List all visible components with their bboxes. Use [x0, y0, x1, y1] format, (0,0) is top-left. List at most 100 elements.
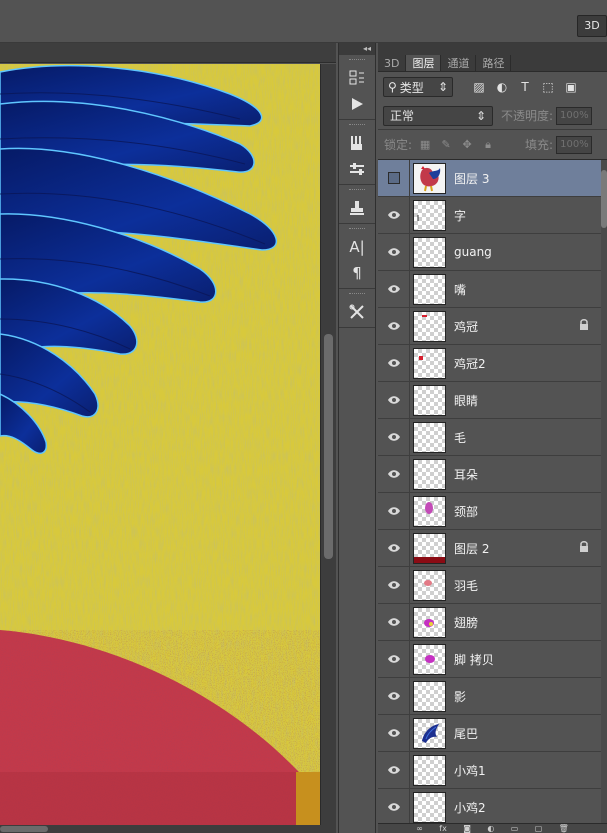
eye-icon[interactable] [378, 603, 410, 641]
layer-thumbnail[interactable] [413, 310, 446, 342]
layer-kind-select[interactable]: ⚲ 类型 ⇕ [383, 77, 453, 97]
layer-name[interactable]: guang [454, 245, 607, 259]
layer-name[interactable]: 羽毛 [454, 577, 607, 594]
type-filter-icon[interactable]: T [517, 79, 533, 95]
lock-pixels-icon[interactable]: ✎ [439, 138, 453, 152]
layer-thumbnail[interactable] [413, 495, 446, 527]
layer-row[interactable]: 脚 拷贝 [378, 640, 607, 678]
scroll-thumb[interactable] [0, 826, 48, 832]
fx-icon[interactable]: fx [439, 824, 447, 833]
document-canvas[interactable] [0, 64, 320, 825]
layer-thumbnail[interactable] [413, 162, 446, 194]
lock-position-icon[interactable]: ✥ [460, 138, 474, 152]
layer-name[interactable]: 字 [454, 207, 607, 224]
eye-icon[interactable] [378, 640, 410, 678]
eye-icon[interactable] [378, 566, 410, 604]
layer-list-scrollbar[interactable] [601, 160, 607, 833]
collapse-panels-icon[interactable]: ◂◂ [339, 43, 375, 55]
scroll-thumb[interactable] [324, 334, 333, 559]
grip-handle[interactable] [349, 124, 365, 127]
layer-row[interactable]: 翅膀 [378, 603, 607, 641]
layer-row[interactable]: guang [378, 233, 607, 271]
layer-name[interactable]: 小鸡1 [454, 762, 607, 779]
layer-row[interactable]: 图层 2 [378, 529, 607, 567]
eye-icon[interactable] [378, 492, 410, 530]
visibility-toggle[interactable] [378, 160, 410, 197]
layer-name[interactable]: 耳朵 [454, 466, 607, 483]
layer-name[interactable]: 鸡冠2 [454, 355, 607, 372]
layer-row[interactable]: 颈部 [378, 492, 607, 530]
eye-icon[interactable] [378, 344, 410, 382]
folder-icon[interactable]: ▭ [511, 824, 519, 833]
trash-icon[interactable]: 🗑︎ [559, 824, 569, 833]
3d-mode-button[interactable]: 3D [577, 15, 607, 37]
layer-thumbnail[interactable] [413, 680, 446, 712]
layer-row[interactable]: 羽毛 [378, 566, 607, 604]
grip-handle[interactable] [349, 293, 365, 296]
blend-mode-select[interactable]: 正常 ⇕ [383, 105, 493, 126]
canvas-vertical-scrollbar[interactable] [320, 64, 336, 825]
layer-thumbnail[interactable] [413, 717, 446, 749]
play-icon[interactable] [339, 91, 375, 117]
layer-thumbnail[interactable] [413, 754, 446, 786]
lock-transparency-icon[interactable]: ▦ [418, 138, 432, 152]
layer-name[interactable]: 图层 3 [454, 170, 607, 187]
layer-thumbnail[interactable] [413, 199, 446, 231]
layer-thumbnail[interactable] [413, 606, 446, 638]
layer-name[interactable]: 嘴 [454, 281, 607, 298]
layer-thumbnail[interactable] [413, 273, 446, 305]
new-layer-icon[interactable]: ▢ [535, 824, 543, 833]
eye-icon[interactable] [378, 751, 410, 789]
scroll-thumb[interactable] [601, 170, 607, 228]
grip-handle[interactable] [349, 59, 365, 62]
lock-all-icon[interactable]: 🔒︎ [481, 138, 495, 152]
smart-object-filter-icon[interactable]: ▣ [563, 79, 579, 95]
history-icon[interactable] [339, 65, 375, 91]
layer-name[interactable]: 翅膀 [454, 614, 607, 631]
tab-channels[interactable]: 通道 [441, 55, 477, 71]
layer-name[interactable]: 颈部 [454, 503, 607, 520]
fill-field[interactable]: 100% [556, 135, 593, 154]
adjustment-filter-icon[interactable]: ◐ [494, 79, 510, 95]
eye-icon[interactable] [378, 381, 410, 419]
layer-thumbnail[interactable] [413, 643, 446, 675]
layer-thumbnail[interactable] [413, 532, 446, 564]
layer-row[interactable]: 字 [378, 196, 607, 234]
mask-icon[interactable]: ◙ [463, 824, 471, 833]
eye-icon[interactable] [378, 196, 410, 234]
layer-row[interactable]: 鸡冠 [378, 307, 607, 345]
tab-3d[interactable]: 3D [378, 55, 407, 71]
eye-icon[interactable] [378, 418, 410, 456]
layer-row[interactable]: 眼睛 [378, 381, 607, 419]
paragraph-icon[interactable]: ¶ [339, 260, 375, 286]
grip-handle[interactable] [349, 228, 365, 231]
layer-row[interactable]: 嘴 [378, 270, 607, 308]
image-filter-icon[interactable]: ▨ [471, 79, 487, 95]
stamp-icon[interactable] [339, 195, 375, 221]
layer-name[interactable]: 毛 [454, 429, 607, 446]
layer-thumbnail[interactable] [413, 347, 446, 379]
layer-thumbnail[interactable] [413, 384, 446, 416]
layer-row[interactable]: 鸡冠2 [378, 344, 607, 382]
eye-icon[interactable] [378, 455, 410, 493]
layer-row[interactable]: 毛 [378, 418, 607, 456]
layer-name[interactable]: 影 [454, 688, 607, 705]
eye-icon[interactable] [378, 307, 410, 345]
panel-collapse-bar[interactable] [378, 43, 607, 55]
shape-filter-icon[interactable]: ⬚ [540, 79, 556, 95]
layer-thumbnail[interactable] [413, 236, 446, 268]
eye-icon[interactable] [378, 529, 410, 567]
character-icon[interactable]: A| [339, 234, 375, 260]
eye-icon[interactable] [378, 233, 410, 271]
layer-name[interactable]: 尾巴 [454, 725, 607, 742]
layer-row[interactable]: 图层 3 [378, 160, 607, 197]
layer-row[interactable]: 影 [378, 677, 607, 715]
link-icon[interactable]: ∞ [416, 824, 423, 833]
layer-row[interactable]: 尾巴 [378, 714, 607, 752]
eye-icon[interactable] [378, 714, 410, 752]
eye-icon[interactable] [378, 270, 410, 308]
layer-thumbnail[interactable] [413, 421, 446, 453]
layer-row[interactable]: 小鸡1 [378, 751, 607, 789]
eye-icon[interactable] [378, 677, 410, 715]
layer-row[interactable]: 耳朵 [378, 455, 607, 493]
